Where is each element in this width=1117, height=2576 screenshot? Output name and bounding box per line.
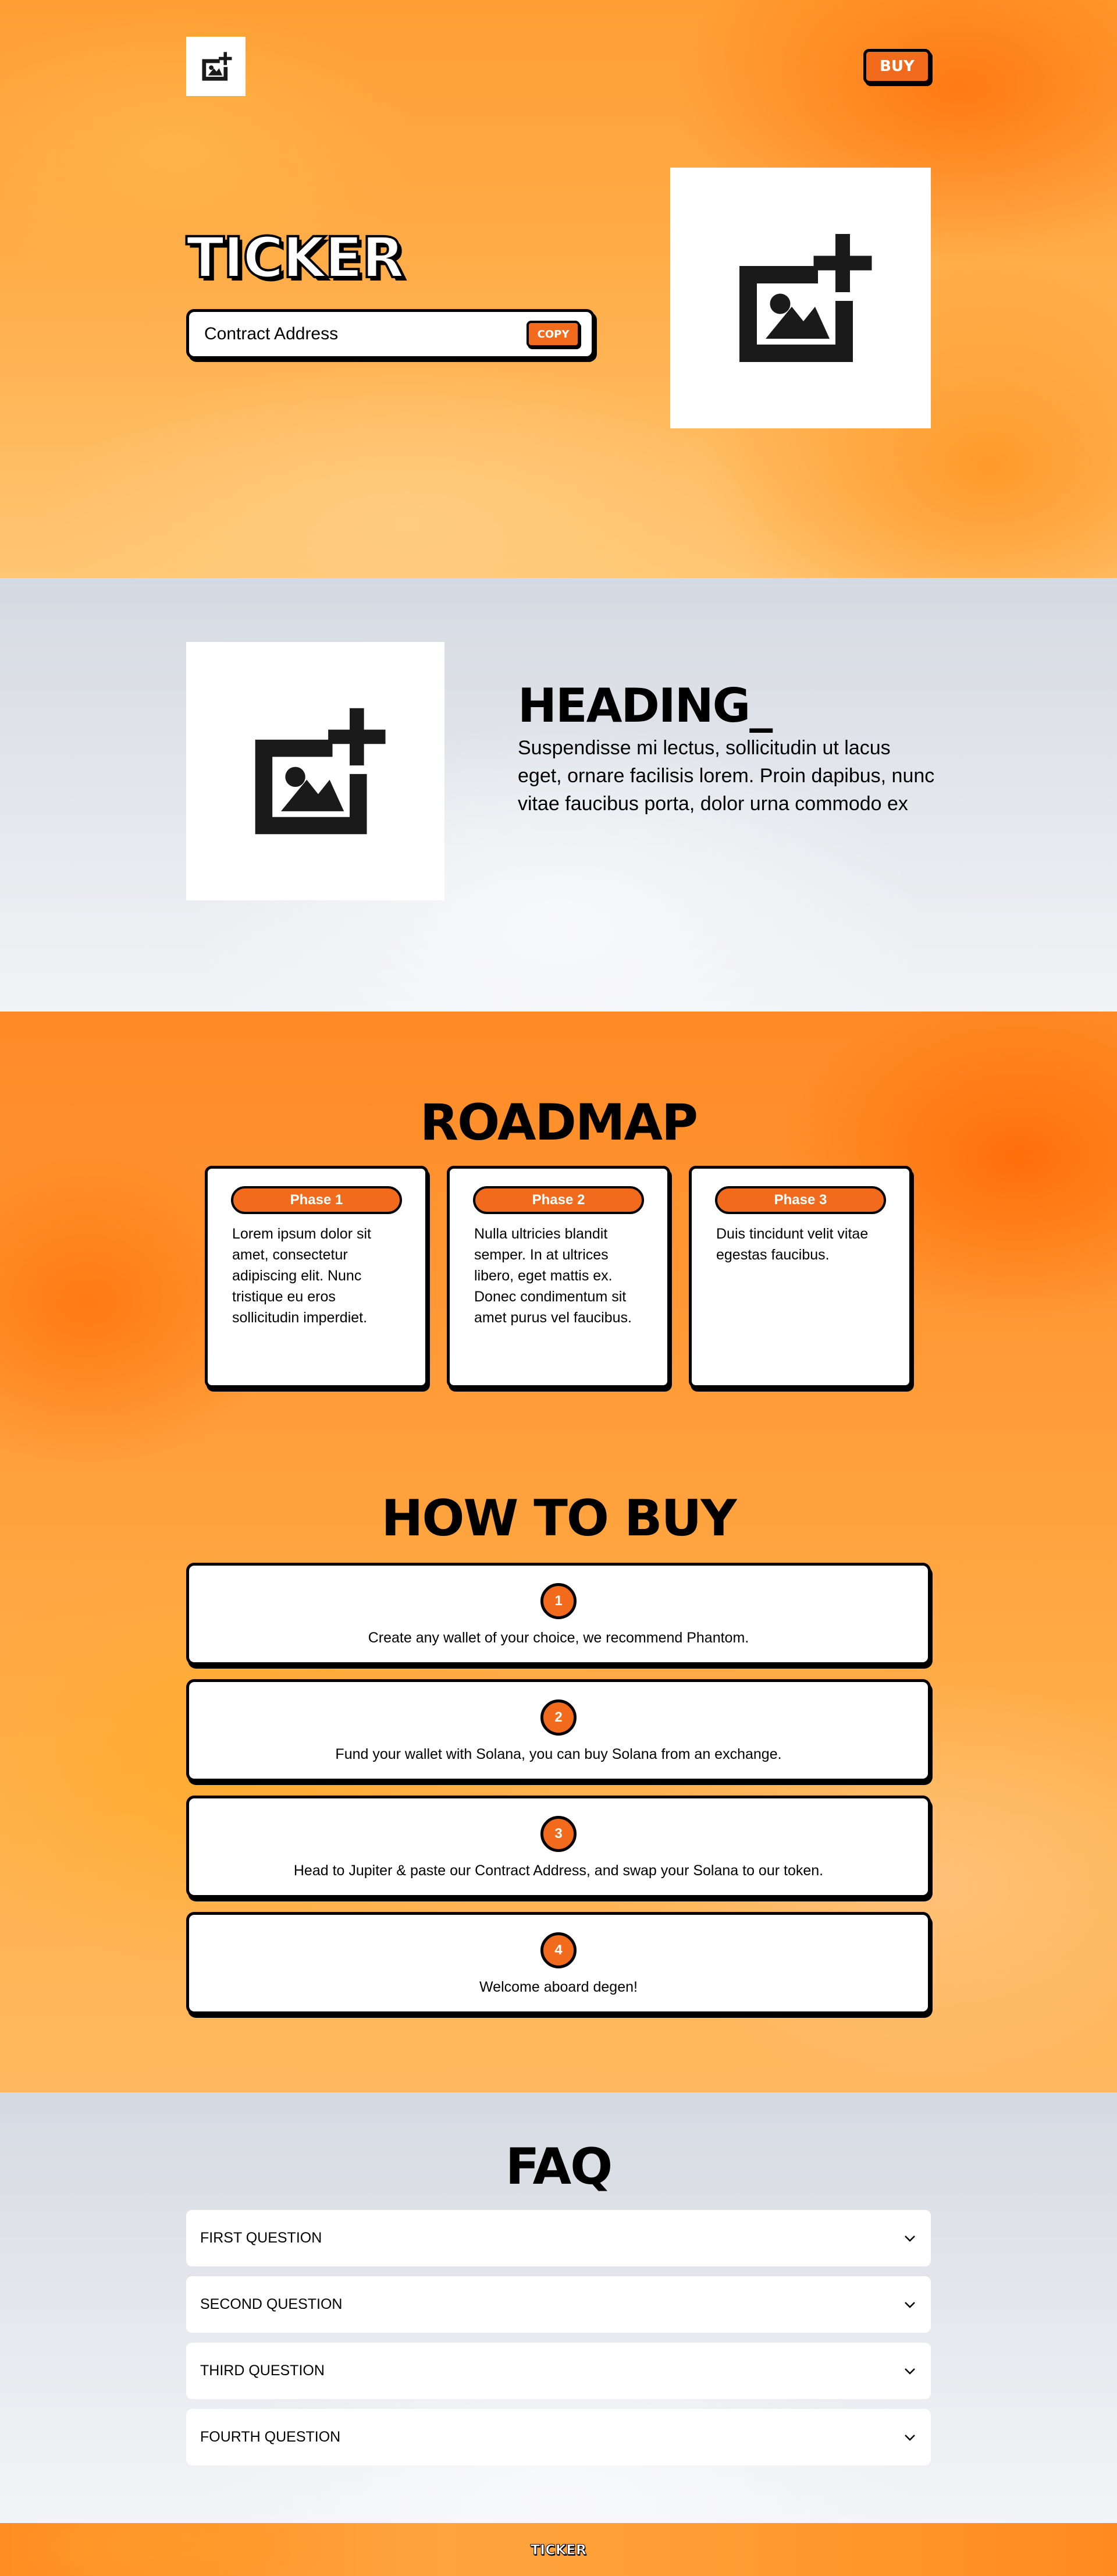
contract-address-text[interactable]: Contract Address xyxy=(204,324,527,344)
phase-card: Phase 1 Lorem ipsum dolor sit amet, cons… xyxy=(205,1166,428,1388)
footer: TICKER xyxy=(0,2523,1117,2576)
how-to-buy-steps: 1 Create any wallet of your choice, we r… xyxy=(186,1563,931,2028)
step-card: 1 Create any wallet of your choice, we r… xyxy=(186,1563,931,1665)
about-section: HEADING_ Suspendisse mi lectus, sollicit… xyxy=(0,578,1117,1012)
image-add-icon xyxy=(255,708,386,835)
logo[interactable] xyxy=(186,37,246,96)
faq-item[interactable]: FOURTH QUESTION xyxy=(186,2409,931,2465)
about-heading: HEADING_ xyxy=(518,679,773,733)
phase-text: Lorem ipsum dolor sit amet, consectetur … xyxy=(232,1226,371,1326)
copy-button[interactable]: COPY xyxy=(527,321,580,347)
roadmap-title: ROADMAP xyxy=(419,1094,698,1152)
chevron-down-icon xyxy=(905,2434,915,2441)
faq-list: FIRST QUESTION SECOND QUESTION THIRD QUE… xyxy=(186,2210,931,2475)
phase-label: Phase 2 xyxy=(473,1186,644,1214)
ticker-title: TICKER xyxy=(185,225,406,290)
step-text: Welcome aboard degen! xyxy=(479,1979,638,1995)
chevron-down-icon xyxy=(905,2301,915,2308)
chevron-down-icon xyxy=(905,2368,915,2375)
faq-item[interactable]: SECOND QUESTION xyxy=(186,2276,931,2333)
faq-question: SECOND QUESTION xyxy=(200,2296,343,2312)
phase-text: Nulla ultricies blandit semper. In at ul… xyxy=(474,1226,632,1326)
step-text: Fund your wallet with Solana, you can bu… xyxy=(335,1746,782,1762)
faq-item[interactable]: THIRD QUESTION xyxy=(186,2343,931,2399)
faq-section: FAQ FIRST QUESTION SECOND QUESTION THIRD… xyxy=(0,2092,1117,2523)
faq-question: THIRD QUESTION xyxy=(200,2362,325,2379)
faq-question: FOURTH QUESTION xyxy=(200,2429,341,2445)
about-text: Suspendisse mi lectus, sollicitudin ut l… xyxy=(518,737,935,815)
contract-address-box: Contract Address COPY xyxy=(186,309,595,359)
step-card: 2 Fund your wallet with Solana, you can … xyxy=(186,1679,931,1782)
step-number: 3 xyxy=(540,1816,577,1852)
step-number: 2 xyxy=(540,1699,577,1736)
faq-question: FIRST QUESTION xyxy=(200,2230,322,2246)
hero-image xyxy=(670,168,931,428)
step-number: 1 xyxy=(540,1583,577,1619)
roadmap-cards: Phase 1 Lorem ipsum dolor sit amet, cons… xyxy=(205,1166,912,1388)
phase-text: Duis tincidunt velit vitae egestas fauci… xyxy=(716,1226,869,1263)
phase-card: Phase 2 Nulla ultricies blandit semper. … xyxy=(447,1166,670,1388)
roadmap-howtobuy-section: ROADMAP Phase 1 Lorem ipsum dolor sit am… xyxy=(0,1012,1117,2092)
step-text: Create any wallet of your choice, we rec… xyxy=(368,1630,749,1646)
phase-card: Phase 3 Duis tincidunt velit vitae egest… xyxy=(689,1166,912,1388)
buy-button[interactable]: BUY xyxy=(863,49,931,84)
step-text: Head to Jupiter & paste our Contract Add… xyxy=(293,1862,824,1879)
footer-ticker: TICKER xyxy=(530,2541,587,2558)
chevron-down-icon xyxy=(905,2235,915,2242)
step-card: 4 Welcome aboard degen! xyxy=(186,1912,931,2014)
faq-item[interactable]: FIRST QUESTION xyxy=(186,2210,931,2266)
step-number: 4 xyxy=(540,1932,577,1968)
image-add-icon xyxy=(739,234,872,362)
about-image xyxy=(186,642,444,900)
step-card: 3 Head to Jupiter & paste our Contract A… xyxy=(186,1796,931,1898)
how-to-buy-title: HOW TO BUY xyxy=(381,1489,737,1548)
faq-title: FAQ xyxy=(505,2138,613,2196)
phase-label: Phase 1 xyxy=(231,1186,402,1214)
image-add-icon xyxy=(202,52,232,81)
phase-label: Phase 3 xyxy=(715,1186,886,1214)
hero-section: BUY TICKER Contract Address COPY xyxy=(0,0,1117,578)
